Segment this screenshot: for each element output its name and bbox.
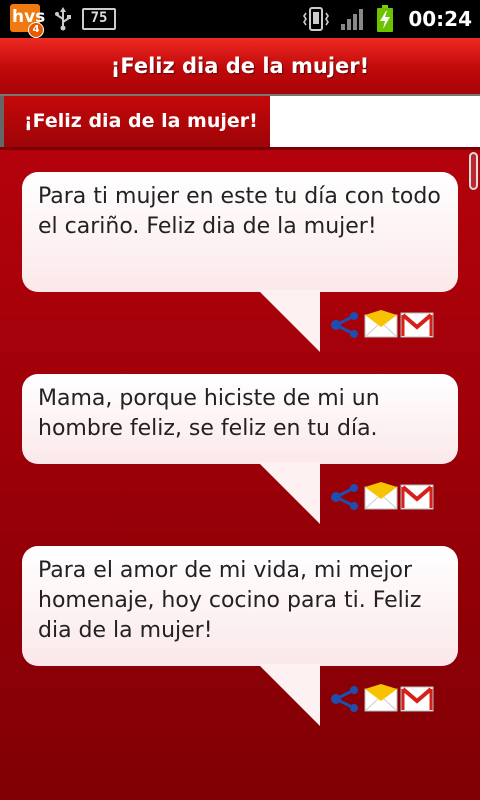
sms-envelope-icon[interactable] [364, 480, 398, 514]
gmail-icon[interactable] [400, 480, 434, 514]
keyboard-icon: 75 [82, 8, 116, 30]
sms-envelope-icon[interactable] [364, 308, 398, 342]
message-bubble[interactable]: Para ti mujer en este tu día con todo el… [22, 172, 458, 292]
tab-label: ¡Feliz dia de la mujer! [24, 110, 258, 132]
sms-envelope-icon[interactable] [364, 682, 398, 716]
message-bubble[interactable]: Para el amor de mi vida, mi mejor homena… [22, 546, 458, 666]
status-clock: 00:24 [408, 7, 472, 31]
vibrate-icon [303, 7, 330, 31]
gmail-icon[interactable] [400, 308, 434, 342]
usb-icon [55, 7, 71, 31]
message-actions [328, 682, 434, 716]
message-actions [328, 480, 434, 514]
scrollbar[interactable] [469, 152, 478, 190]
battery-charging-icon [377, 5, 394, 32]
app-title-bar: ¡Feliz dia de la mujer! [0, 38, 480, 94]
gmail-icon[interactable] [400, 682, 434, 716]
tab-feliz-dia[interactable]: ¡Feliz dia de la mujer! [0, 96, 270, 147]
message-card: Mama, porque hiciste de mi un hombre fel… [22, 374, 458, 524]
app-title: ¡Feliz dia de la mujer! [110, 54, 370, 78]
message-text: Mama, porque hiciste de mi un hombre fel… [38, 386, 380, 441]
message-actions [328, 308, 434, 342]
message-card: Para el amor de mi vida, mi mejor homena… [22, 546, 458, 726]
app-notification-icon: hvs 4 [10, 4, 45, 38]
tab-empty[interactable] [270, 96, 480, 147]
notification-count: 4 [28, 22, 44, 38]
status-bar: hvs 4 75 00:24 [0, 0, 480, 38]
message-text: Para ti mujer en este tu día con todo el… [38, 184, 441, 239]
share-icon[interactable] [328, 682, 362, 716]
signal-icon [341, 9, 364, 30]
share-icon[interactable] [328, 308, 362, 342]
message-bubble[interactable]: Mama, porque hiciste de mi un hombre fel… [22, 374, 458, 464]
share-icon[interactable] [328, 480, 362, 514]
message-text: Para el amor de mi vida, mi mejor homena… [38, 558, 422, 643]
message-card: Para ti mujer en este tu día con todo el… [22, 172, 458, 352]
tab-strip: ¡Feliz dia de la mujer! [0, 94, 480, 150]
